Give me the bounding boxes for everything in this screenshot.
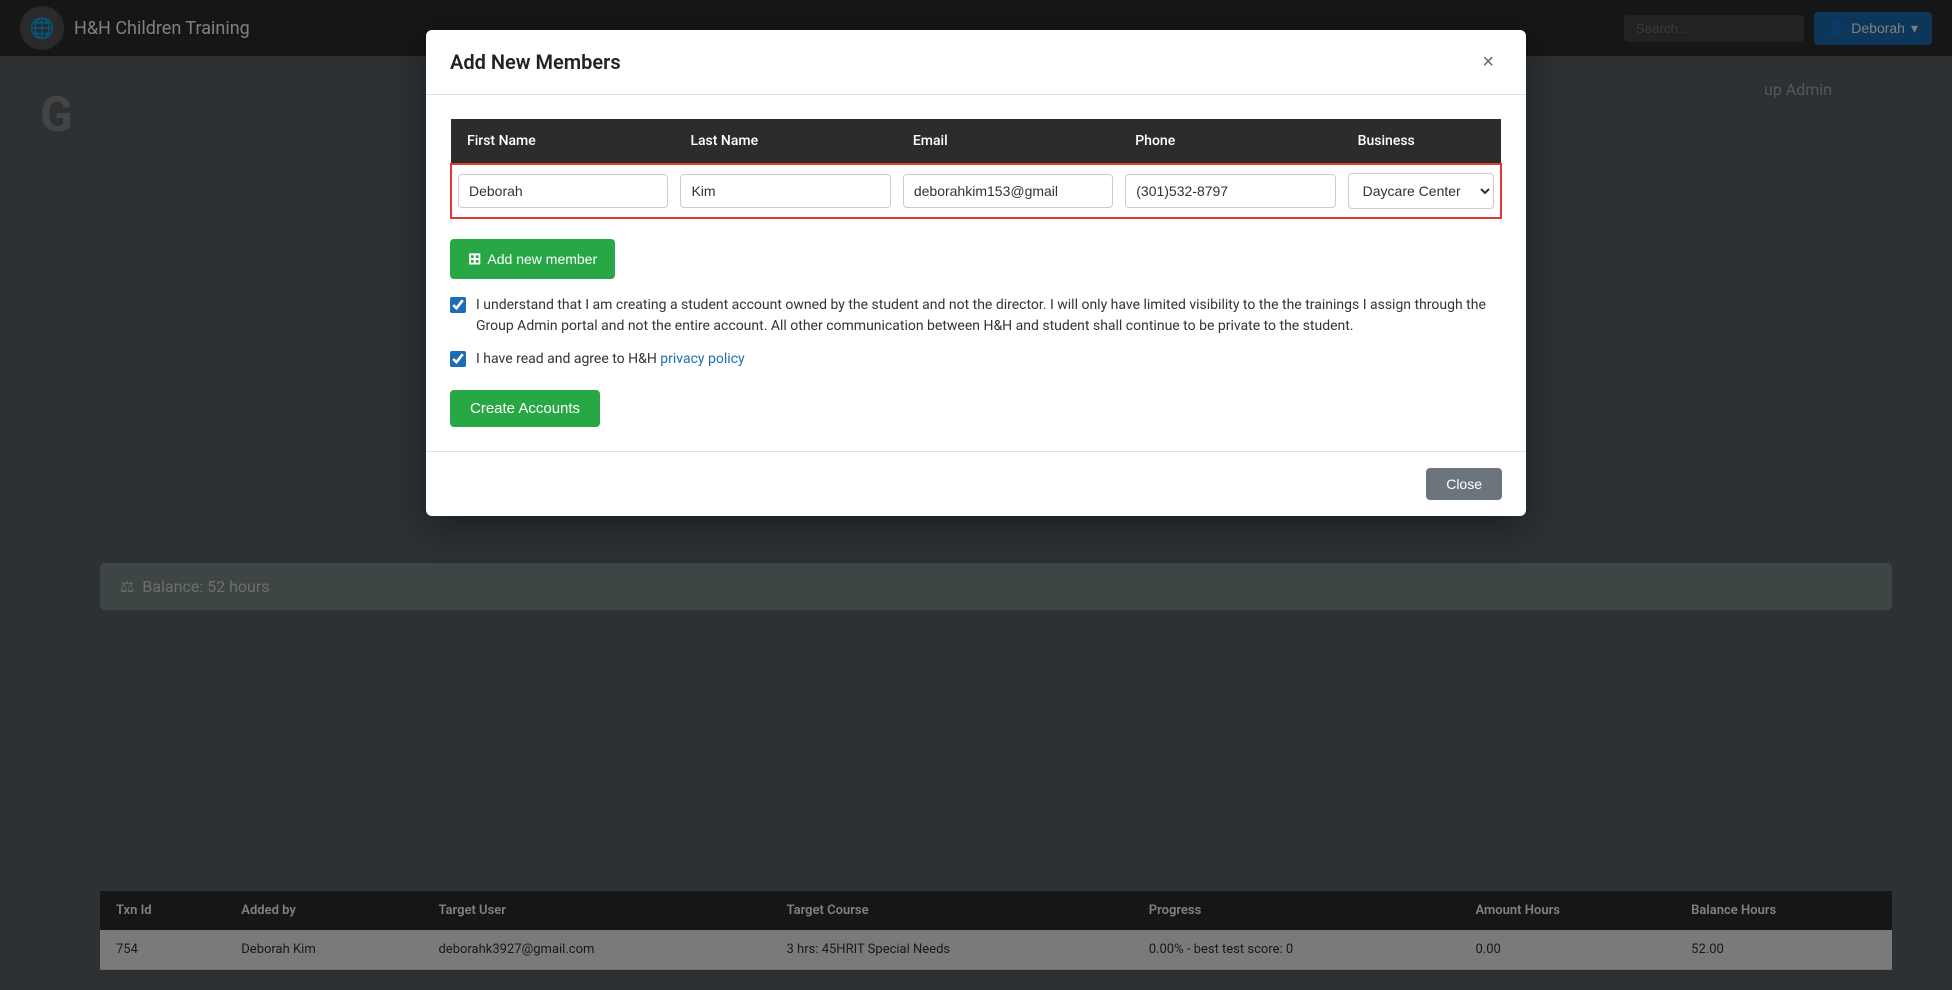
- first-name-input[interactable]: [458, 174, 668, 208]
- modal-close-button[interactable]: ×: [1474, 48, 1502, 76]
- privacy-label: I have read and agree to H&H privacy pol…: [476, 349, 745, 370]
- consent-checkbox-row: I understand that I am creating a studen…: [450, 295, 1502, 337]
- phone-input[interactable]: [1125, 174, 1335, 208]
- email-input[interactable]: [903, 174, 1113, 208]
- members-table-header: First Name Last Name Email Phone Busines…: [451, 119, 1501, 164]
- add-new-member-button[interactable]: ⊞ Add new member: [450, 239, 615, 279]
- member-row: Daycare Center School Other: [451, 164, 1501, 218]
- col-email: Email: [897, 119, 1119, 164]
- consent-checkbox[interactable]: [450, 297, 466, 313]
- privacy-checkbox[interactable]: [450, 351, 466, 367]
- phone-cell: [1119, 164, 1341, 218]
- col-business: Business: [1342, 119, 1501, 164]
- last-name-input[interactable]: [680, 174, 890, 208]
- members-table: First Name Last Name Email Phone Busines…: [450, 119, 1502, 219]
- modal-overlay: Add New Members × First Name Last Name E…: [0, 0, 1952, 990]
- col-phone: Phone: [1119, 119, 1341, 164]
- plus-icon: ⊞: [468, 249, 481, 269]
- modal-body: First Name Last Name Email Phone Busines…: [426, 95, 1526, 451]
- last-name-cell: [674, 164, 896, 218]
- modal-footer: Close: [426, 451, 1526, 516]
- add-members-modal: Add New Members × First Name Last Name E…: [426, 30, 1526, 516]
- business-select[interactable]: Daycare Center School Other: [1348, 173, 1494, 209]
- col-first-name: First Name: [451, 119, 674, 164]
- consent-text: I understand that I am creating a studen…: [476, 295, 1502, 337]
- modal-header: Add New Members ×: [426, 30, 1526, 95]
- first-name-cell: [451, 164, 674, 218]
- col-last-name: Last Name: [674, 119, 896, 164]
- privacy-checkbox-row: I have read and agree to H&H privacy pol…: [450, 349, 1502, 370]
- close-button[interactable]: Close: [1426, 468, 1502, 500]
- business-cell: Daycare Center School Other: [1342, 164, 1501, 218]
- email-cell: [897, 164, 1119, 218]
- create-accounts-button[interactable]: Create Accounts: [450, 390, 600, 427]
- privacy-policy-link[interactable]: privacy policy: [660, 351, 744, 367]
- add-member-label: Add new member: [487, 251, 597, 267]
- modal-title: Add New Members: [450, 50, 621, 74]
